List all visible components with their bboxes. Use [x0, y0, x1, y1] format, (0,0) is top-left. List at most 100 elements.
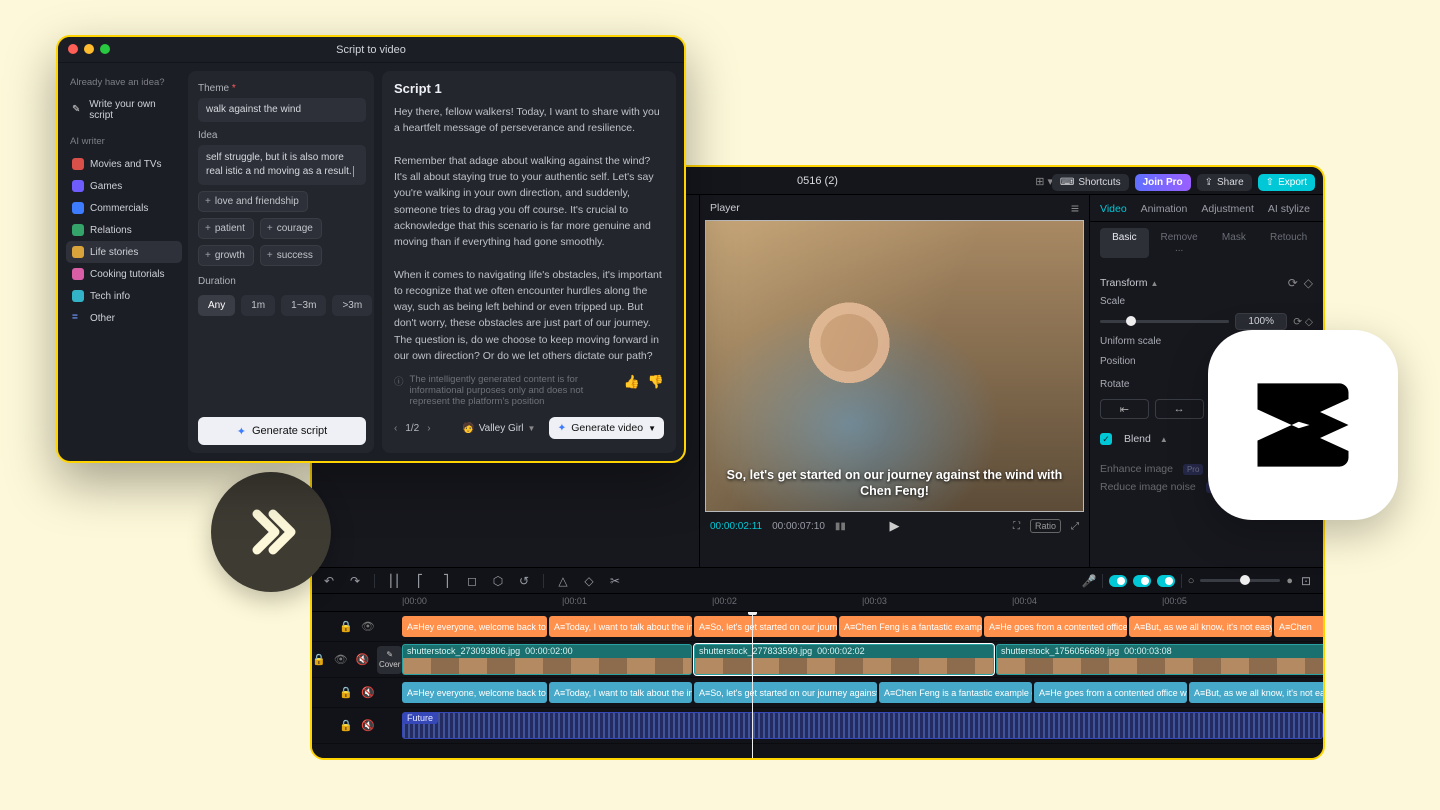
redo-icon[interactable]: ↷	[348, 574, 362, 588]
ratio-button[interactable]: Ratio	[1030, 519, 1061, 533]
blend-checkbox[interactable]: ✓	[1100, 433, 1112, 445]
minimize-icon[interactable]	[84, 44, 94, 54]
magnet-toggle[interactable]	[1133, 575, 1151, 587]
align-center-h-button[interactable]: ↔	[1155, 399, 1204, 419]
next-script-icon[interactable]: ›	[427, 423, 430, 434]
sidebar-item-tech-info[interactable]: Tech info	[66, 285, 182, 307]
duration-option[interactable]: Any	[198, 295, 235, 316]
idea-chip[interactable]: +courage	[260, 218, 322, 239]
lock-icon[interactable]: 🔒	[339, 719, 353, 732]
subtab-mask[interactable]: Mask	[1210, 228, 1259, 258]
rotate-icon[interactable]: ◇	[582, 574, 596, 588]
fit-icon[interactable]: ⊡	[1299, 574, 1313, 588]
text-clip[interactable]: A≡ Hey everyone, welcome back to my	[402, 616, 547, 637]
duration-option[interactable]: >3m	[332, 295, 372, 316]
music-clip[interactable]: Future	[402, 712, 1323, 739]
eye-icon[interactable]: 👁	[334, 653, 348, 666]
close-icon[interactable]	[68, 44, 78, 54]
playhead[interactable]	[752, 612, 753, 758]
text-clip[interactable]: A≡ He goes from a contented office wo	[984, 616, 1127, 637]
player-menu-icon[interactable]: ≡	[1071, 200, 1079, 216]
split-icon[interactable]: ⎮⎮	[387, 574, 401, 588]
sidebar-item-life-stories[interactable]: Life stories	[66, 241, 182, 263]
player-canvas[interactable]: So, let's get started on our journey aga…	[706, 221, 1083, 511]
text-clip[interactable]: A≡ But, as we all know, it's not easy.	[1129, 616, 1272, 637]
mute-icon[interactable]: 🔇	[356, 653, 370, 666]
text-clip[interactable]: A≡ Chen Feng is a fantastic example of	[839, 616, 982, 637]
voice-selector[interactable]: 🧑Valley Girl▼	[456, 419, 541, 438]
generate-video-button[interactable]: ✦Generate video▼	[549, 417, 664, 439]
idea-input[interactable]: self struggle, but it is also more real …	[198, 145, 366, 185]
tab-video[interactable]: Video	[1100, 203, 1127, 215]
video-clip[interactable]: shutterstock_1756056689.jpg 00:00:03:08	[996, 644, 1323, 675]
lock-icon[interactable]: 🔒	[339, 620, 353, 633]
crop-icon[interactable]: ✂	[608, 574, 622, 588]
fullscreen-icon[interactable]: ⤢	[1071, 521, 1079, 532]
trim-right-icon[interactable]: ⎤	[439, 574, 453, 588]
sidebar-item-movies-and-tvs[interactable]: Movies and TVs	[66, 153, 182, 175]
idea-chip[interactable]: +love and friendship	[198, 191, 308, 212]
text-clip[interactable]: A≡ So, let's get started on our journey	[694, 616, 837, 637]
join-pro-button[interactable]: Join Pro	[1135, 174, 1191, 191]
mute-icon[interactable]: 🔇	[361, 686, 375, 699]
sidebar-item-other[interactable]: =Other	[66, 307, 182, 329]
video-clip[interactable]: shutterstock_273093806.jpg 00:00:02:00	[402, 644, 692, 675]
volume-bars-icon[interactable]: ▮▮	[835, 521, 846, 532]
subtitle-clip[interactable]: A≡ But, as we all know, it's not easy.	[1189, 682, 1323, 703]
tab-animation[interactable]: Animation	[1141, 203, 1188, 215]
subtitle-clip[interactable]: A≡ He goes from a contented office wo	[1034, 682, 1187, 703]
idea-chip[interactable]: +success	[260, 245, 322, 266]
maximize-icon[interactable]	[100, 44, 110, 54]
text-clip[interactable]: A≡ Chen	[1274, 616, 1323, 637]
subtitle-clip[interactable]: A≡ Today, I want to talk about the insp	[549, 682, 692, 703]
subtitle-clip[interactable]: A≡ Chen Feng is a fantastic example of o…	[879, 682, 1032, 703]
align-left-button[interactable]: ⇤	[1100, 399, 1149, 419]
lock-icon[interactable]: 🔒	[339, 686, 353, 699]
idea-chip[interactable]: +growth	[198, 245, 254, 266]
reverse-icon[interactable]: ↺	[517, 574, 531, 588]
preview-toggle[interactable]	[1157, 575, 1175, 587]
timeline-ruler[interactable]: |00:00 |00:01 |00:02 |00:03 |00:04 |00:0…	[312, 594, 1323, 612]
cover-button[interactable]: ✎Cover	[377, 646, 402, 674]
play-button[interactable]: ▶	[890, 518, 900, 534]
undo-icon[interactable]: ↶	[322, 574, 336, 588]
mic-icon[interactable]: 🎤	[1082, 574, 1096, 588]
sidebar-item-relations[interactable]: Relations	[66, 219, 182, 241]
shortcuts-button[interactable]: ⌨ Shortcuts	[1052, 174, 1129, 191]
crop-tool-icon[interactable]: ◻	[465, 574, 479, 588]
scale-slider[interactable]	[1100, 320, 1229, 323]
trim-left-icon[interactable]: ⎡	[413, 574, 427, 588]
layout-icon[interactable]: ⊞ ▾	[1035, 175, 1053, 188]
snap-toggle[interactable]	[1109, 575, 1127, 587]
subtab-retouch[interactable]: Retouch	[1264, 228, 1313, 258]
keyframe-icon[interactable]: ◇	[1304, 276, 1313, 290]
tab-ai-stylize[interactable]: AI stylize	[1268, 203, 1310, 215]
export-button[interactable]: ⇧ Export	[1258, 174, 1315, 191]
tab-adjustment[interactable]: Adjustment	[1201, 203, 1254, 215]
thumbs-up-icon[interactable]: 👍	[624, 374, 640, 390]
subtitle-clip[interactable]: A≡ Hey everyone, welcome back to my	[402, 682, 547, 703]
timeline-lanes[interactable]: A≡ Hey everyone, welcome back to my A≡ T…	[402, 612, 1323, 758]
duration-option[interactable]: 1m	[241, 295, 275, 316]
thumbs-down-icon[interactable]: 👎	[648, 374, 664, 390]
generate-script-button[interactable]: ✦Generate script	[198, 417, 366, 445]
mask-tool-icon[interactable]: ⬡	[491, 574, 505, 588]
text-clip[interactable]: A≡ Today, I want to talk about the insp	[549, 616, 692, 637]
subtab-remove[interactable]: Remove ...	[1155, 228, 1204, 258]
mirror-icon[interactable]: △	[556, 574, 570, 588]
crop-icon[interactable]: ⛶	[1013, 521, 1020, 532]
scale-value[interactable]: 100%	[1235, 313, 1287, 330]
eye-icon[interactable]: 👁	[361, 620, 375, 633]
reset-icon[interactable]: ⟳	[1288, 276, 1298, 290]
mute-icon[interactable]: 🔇	[361, 719, 375, 732]
share-button[interactable]: ⇪ Share	[1197, 174, 1252, 191]
sidebar-item-cooking-tutorials[interactable]: Cooking tutorials	[66, 263, 182, 285]
subtab-basic[interactable]: Basic	[1100, 228, 1149, 258]
sidebar-item-games[interactable]: Games	[66, 175, 182, 197]
sidebar-item-commercials[interactable]: Commercials	[66, 197, 182, 219]
zoom-slider[interactable]	[1200, 579, 1280, 582]
write-own-script[interactable]: ✎Write your own script	[66, 94, 182, 126]
theme-input[interactable]: walk against the wind	[198, 98, 366, 122]
lock-icon[interactable]: 🔒	[312, 653, 326, 666]
idea-chip[interactable]: +patient	[198, 218, 254, 239]
